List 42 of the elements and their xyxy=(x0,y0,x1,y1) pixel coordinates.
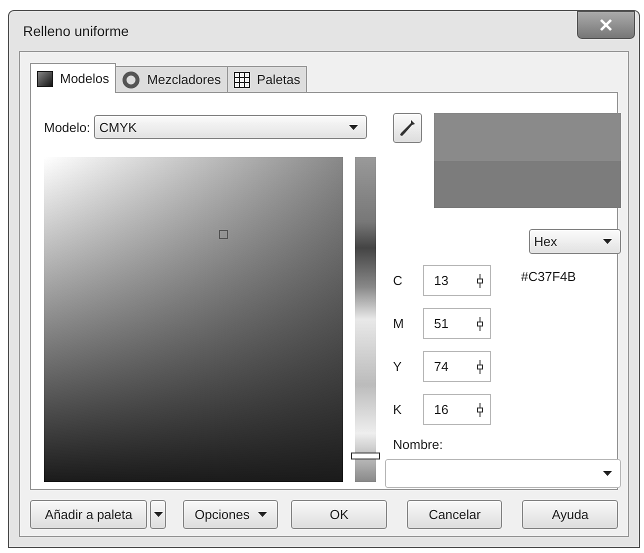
color-field[interactable] xyxy=(44,157,343,482)
grid-icon xyxy=(234,72,250,88)
caret-icon xyxy=(603,471,612,476)
component-label: M xyxy=(393,316,405,331)
component-label: C xyxy=(393,273,404,288)
value-spinner[interactable]: 13 xyxy=(423,265,491,296)
caret-icon xyxy=(258,512,267,516)
eyedropper-button[interactable] xyxy=(393,113,422,143)
model-label: Modelo: xyxy=(44,120,90,134)
dialog-button[interactable]: OK xyxy=(291,500,387,528)
format-dropdown[interactable]: Hex xyxy=(529,229,621,254)
caret-icon xyxy=(349,124,358,130)
value-spinner[interactable]: 51 xyxy=(423,308,491,339)
dropdown-button[interactable] xyxy=(150,500,166,528)
dialog-button[interactable]: Ayuda xyxy=(522,500,618,528)
options-button[interactable]: Opciones xyxy=(182,500,278,528)
window-title: Relleno uniforme xyxy=(23,23,129,39)
component-label: K xyxy=(393,402,403,417)
close-icon xyxy=(599,19,613,31)
slider-icon xyxy=(476,402,484,416)
caret-icon xyxy=(154,512,163,516)
slider-thumb[interactable] xyxy=(351,452,380,460)
close-button[interactable] xyxy=(577,11,635,39)
value-spinner[interactable]: 16 xyxy=(423,394,491,425)
dialog-button[interactable]: Cancelar xyxy=(406,500,502,528)
ring-icon xyxy=(122,70,140,88)
value-spinner[interactable]: 74 xyxy=(423,351,491,382)
slider-icon xyxy=(476,316,484,330)
tab[interactable]: Paletas xyxy=(226,66,308,92)
gradient-square-icon xyxy=(37,70,53,86)
add-to-palette-button[interactable]: Añadir a paleta xyxy=(30,500,148,528)
slider-icon xyxy=(476,274,484,288)
caret-icon xyxy=(603,239,612,244)
slider-icon xyxy=(476,360,484,374)
name-label: Nombre: xyxy=(393,437,444,452)
tab[interactable]: Mezcladores xyxy=(115,66,228,92)
model-dropdown[interactable]: CMYK xyxy=(94,115,368,139)
tab[interactable]: Modelos xyxy=(30,63,116,93)
component-label: Y xyxy=(393,359,403,374)
eyedropper-icon xyxy=(400,119,416,137)
picker-marker[interactable] xyxy=(219,230,228,239)
hex-value: #C37F4B xyxy=(521,269,576,286)
